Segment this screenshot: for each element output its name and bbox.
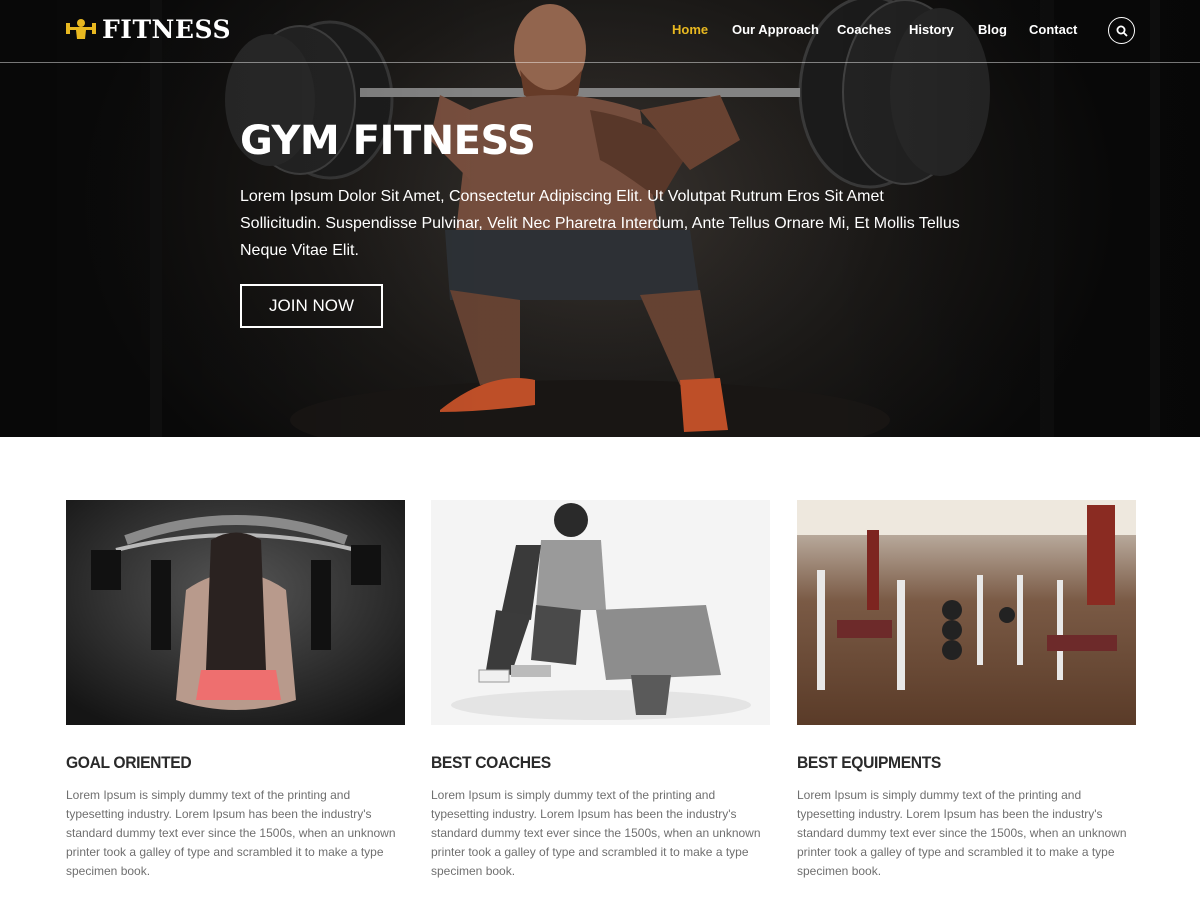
logo[interactable]: FITNESS bbox=[66, 13, 231, 45]
hero-title: GYM FITNESS bbox=[240, 118, 536, 164]
feature-text: Lorem Ipsum is simply dummy text of the … bbox=[66, 788, 396, 878]
feature-card-best-coaches: BEST COACHES Lorem Ipsum is simply dummy… bbox=[431, 500, 770, 878]
nav-item-our-approach[interactable]: Our Approach bbox=[732, 22, 819, 37]
hero-description: Lorem Ipsum Dolor Sit Amet, Consectetur … bbox=[240, 188, 960, 259]
search-icon bbox=[1116, 25, 1128, 37]
feature-card-best-equipments: BEST EQUIPMENTS Lorem Ipsum is simply du… bbox=[797, 500, 1136, 878]
site-header: FITNESS Home Our Approach Coaches Histor… bbox=[0, 0, 1200, 63]
search-button[interactable] bbox=[1108, 17, 1135, 44]
logo-text: FITNESS bbox=[102, 14, 232, 44]
feature-card-goal-oriented: GOAL ORIENTED Lorem Ipsum is simply dumm… bbox=[66, 500, 405, 878]
nav-item-history[interactable]: History bbox=[909, 22, 954, 37]
join-now-button[interactable]: JOIN NOW bbox=[240, 284, 383, 328]
nav-item-blog[interactable]: Blog bbox=[978, 22, 1007, 37]
nav-item-coaches[interactable]: Coaches bbox=[837, 22, 891, 37]
feature-title: GOAL ORIENTED bbox=[66, 753, 192, 772]
feature-image-gym-floor bbox=[797, 500, 1136, 725]
feature-text: Lorem Ipsum is simply dummy text of the … bbox=[797, 788, 1127, 878]
feature-title: BEST COACHES bbox=[431, 753, 551, 772]
feature-image-coach-and-trainee bbox=[431, 500, 770, 725]
nav-item-home[interactable]: Home bbox=[672, 22, 708, 37]
dumbbell-person-icon bbox=[66, 19, 96, 39]
nav-item-contact[interactable]: Contact bbox=[1029, 22, 1077, 37]
feature-text: Lorem Ipsum is simply dummy text of the … bbox=[431, 788, 761, 878]
feature-image-woman-training bbox=[66, 500, 405, 725]
feature-title: BEST EQUIPMENTS bbox=[797, 753, 941, 772]
